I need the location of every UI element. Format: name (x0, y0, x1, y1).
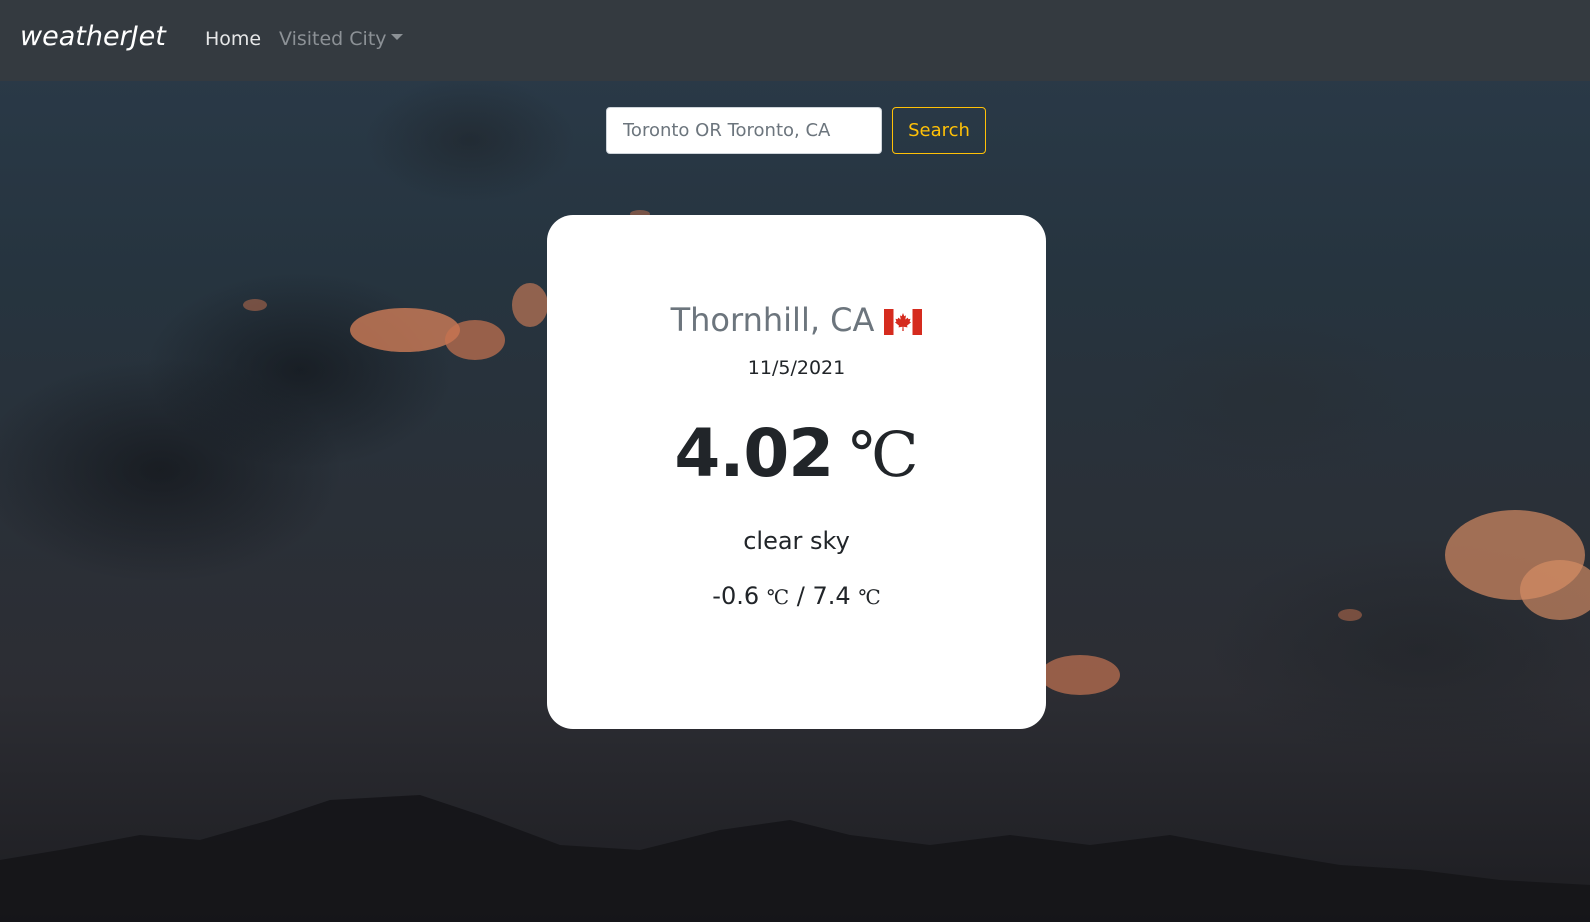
city-name: Thornhill, CA (670, 301, 875, 339)
caret-down-icon (390, 34, 403, 40)
nav-home-link[interactable]: Home (205, 28, 261, 50)
city-search-input[interactable] (606, 107, 882, 154)
temperature-value: 4.02 (674, 415, 834, 492)
city-heading: Thornhill, CA (547, 301, 1046, 339)
weather-description: clear sky (743, 527, 850, 555)
canada-flag-icon (884, 309, 923, 335)
nav-visited-city-label: Visited City (279, 28, 387, 50)
weather-card: Thornhill, CA 11/5/2021 4.02 ℃ clear sky… (547, 215, 1046, 729)
max-temperature: 7.4 (812, 582, 851, 610)
temperature-unit: ℃ (849, 418, 919, 491)
brand-logo[interactable]: weatherJet (20, 16, 178, 56)
current-temperature: 4.02 ℃ (547, 415, 1046, 492)
max-temperature-unit: ℃ (858, 585, 881, 609)
min-temperature-unit: ℃ (766, 585, 790, 609)
weather-date: 11/5/2021 (747, 357, 846, 379)
nav-visited-city-dropdown[interactable]: Visited City (279, 28, 403, 50)
min-temperature: -0.6 (712, 582, 760, 610)
min-max-separator: / (796, 582, 805, 610)
top-navbar: weatherJet Home Visited City (0, 0, 1590, 81)
svg-text:weatherJet: weatherJet (20, 21, 167, 52)
min-max-temperature: -0.6 ℃ / 7.4 ℃ (547, 582, 1046, 610)
search-button[interactable]: Search (892, 107, 986, 154)
